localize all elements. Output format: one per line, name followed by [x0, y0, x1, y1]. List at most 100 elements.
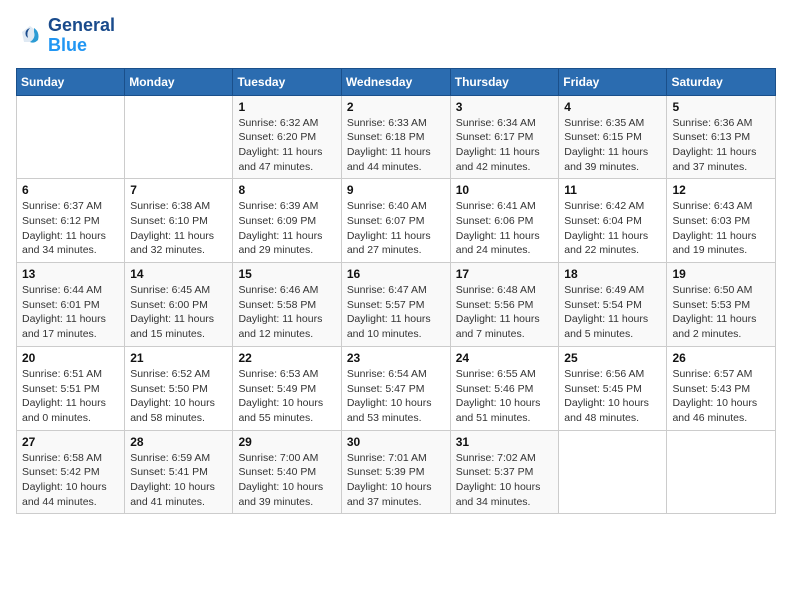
day-info: Sunrise: 6:53 AMSunset: 5:49 PMDaylight:… [238, 367, 335, 426]
column-header-saturday: Saturday [667, 68, 776, 95]
day-info: Sunrise: 6:55 AMSunset: 5:46 PMDaylight:… [456, 367, 554, 426]
day-cell: 2Sunrise: 6:33 AMSunset: 6:18 PMDaylight… [341, 95, 450, 179]
day-number: 11 [564, 183, 661, 197]
day-info: Sunrise: 6:33 AMSunset: 6:18 PMDaylight:… [347, 116, 445, 175]
day-info: Sunrise: 6:36 AMSunset: 6:13 PMDaylight:… [672, 116, 770, 175]
day-info: Sunrise: 6:39 AMSunset: 6:09 PMDaylight:… [238, 199, 335, 258]
day-info: Sunrise: 6:41 AMSunset: 6:06 PMDaylight:… [456, 199, 554, 258]
day-number: 28 [130, 435, 227, 449]
day-info: Sunrise: 6:50 AMSunset: 5:53 PMDaylight:… [672, 283, 770, 342]
day-cell: 7Sunrise: 6:38 AMSunset: 6:10 PMDaylight… [125, 179, 233, 263]
day-cell: 8 Sunrise: 6:39 AMSunset: 6:09 PMDaylight… [233, 179, 341, 263]
day-info: Sunrise: 6:34 AMSunset: 6:17 PMDaylight:… [456, 116, 554, 175]
day-info: Sunrise: 6:37 AMSunset: 6:12 PMDaylight:… [22, 199, 119, 258]
day-cell: 24 Sunrise: 6:55 AMSunset: 5:46 PMDayligh… [450, 346, 559, 430]
day-number: 26 [672, 351, 770, 365]
day-cell: 13 Sunrise: 6:44 AMSunset: 6:01 PMDayligh… [17, 263, 125, 347]
column-header-thursday: Thursday [450, 68, 559, 95]
day-number: 30 [347, 435, 445, 449]
day-cell: 10 Sunrise: 6:41 AMSunset: 6:06 PMDayligh… [450, 179, 559, 263]
day-info: Sunrise: 6:40 AMSunset: 6:07 PMDaylight:… [347, 199, 445, 258]
day-number: 14 [130, 267, 227, 281]
day-info: Sunrise: 6:54 AMSunset: 5:47 PMDaylight:… [347, 367, 445, 426]
day-cell [17, 95, 125, 179]
day-number: 21 [130, 351, 227, 365]
page-header: General Blue [16, 16, 776, 56]
day-number: 12 [672, 183, 770, 197]
day-cell [667, 430, 776, 514]
week-row-2: 6 Sunrise: 6:37 AMSunset: 6:12 PMDaylight… [17, 179, 776, 263]
day-number: 6 [22, 183, 119, 197]
day-cell: 14 Sunrise: 6:45 AMSunset: 6:00 PMDayligh… [125, 263, 233, 347]
day-cell: 31Sunrise: 7:02 AMSunset: 5:37 PMDayligh… [450, 430, 559, 514]
day-number: 29 [238, 435, 335, 449]
day-cell: 11 Sunrise: 6:42 AMSunset: 6:04 PMDayligh… [559, 179, 667, 263]
day-info: Sunrise: 7:00 AMSunset: 5:40 PMDaylight:… [238, 451, 335, 510]
day-cell: 12 Sunrise: 6:43 AMSunset: 6:03 PMDayligh… [667, 179, 776, 263]
day-cell: 3 Sunrise: 6:34 AMSunset: 6:17 PMDaylight… [450, 95, 559, 179]
day-cell: 16 Sunrise: 6:47 AMSunset: 5:57 PMDayligh… [341, 263, 450, 347]
day-cell: 6 Sunrise: 6:37 AMSunset: 6:12 PMDaylight… [17, 179, 125, 263]
day-number: 10 [456, 183, 554, 197]
day-cell: 23 Sunrise: 6:54 AMSunset: 5:47 PMDayligh… [341, 346, 450, 430]
day-info: Sunrise: 6:52 AMSunset: 5:50 PMDaylight:… [130, 367, 227, 426]
day-cell: 21 Sunrise: 6:52 AMSunset: 5:50 PMDayligh… [125, 346, 233, 430]
day-cell: 9 Sunrise: 6:40 AMSunset: 6:07 PMDaylight… [341, 179, 450, 263]
day-number: 20 [22, 351, 119, 365]
day-cell [559, 430, 667, 514]
day-info: Sunrise: 6:46 AMSunset: 5:58 PMDaylight:… [238, 283, 335, 342]
week-row-4: 20 Sunrise: 6:51 AMSunset: 5:51 PMDayligh… [17, 346, 776, 430]
day-cell: 20 Sunrise: 6:51 AMSunset: 5:51 PMDayligh… [17, 346, 125, 430]
day-number: 23 [347, 351, 445, 365]
day-number: 24 [456, 351, 554, 365]
day-cell: 29 Sunrise: 7:00 AMSunset: 5:40 PMDayligh… [233, 430, 341, 514]
day-number: 31 [456, 435, 554, 449]
day-cell: 5Sunrise: 6:36 AMSunset: 6:13 PMDaylight… [667, 95, 776, 179]
day-cell: 19 Sunrise: 6:50 AMSunset: 5:53 PMDayligh… [667, 263, 776, 347]
day-info: Sunrise: 6:45 AMSunset: 6:00 PMDaylight:… [130, 283, 227, 342]
day-info: Sunrise: 6:49 AMSunset: 5:54 PMDaylight:… [564, 283, 661, 342]
day-cell: 30 Sunrise: 7:01 AMSunset: 5:39 PMDayligh… [341, 430, 450, 514]
day-number: 15 [238, 267, 335, 281]
day-number: 27 [22, 435, 119, 449]
week-row-5: 27 Sunrise: 6:58 AMSunset: 5:42 PMDayligh… [17, 430, 776, 514]
calendar-table: SundayMondayTuesdayWednesdayThursdayFrid… [16, 68, 776, 515]
day-number: 19 [672, 267, 770, 281]
day-info: Sunrise: 6:58 AMSunset: 5:42 PMDaylight:… [22, 451, 119, 510]
day-cell: 4Sunrise: 6:35 AMSunset: 6:15 PMDaylight… [559, 95, 667, 179]
day-info: Sunrise: 6:42 AMSunset: 6:04 PMDaylight:… [564, 199, 661, 258]
week-row-1: 1Sunrise: 6:32 AMSunset: 6:20 PMDaylight… [17, 95, 776, 179]
week-row-3: 13 Sunrise: 6:44 AMSunset: 6:01 PMDayligh… [17, 263, 776, 347]
logo-line2: Blue [48, 36, 115, 56]
day-info: Sunrise: 7:01 AMSunset: 5:39 PMDaylight:… [347, 451, 445, 510]
day-cell: 28 Sunrise: 6:59 AMSunset: 5:41 PMDayligh… [125, 430, 233, 514]
day-cell: 25 Sunrise: 6:56 AMSunset: 5:45 PMDayligh… [559, 346, 667, 430]
day-cell: 27 Sunrise: 6:58 AMSunset: 5:42 PMDayligh… [17, 430, 125, 514]
day-cell: 26Sunrise: 6:57 AMSunset: 5:43 PMDayligh… [667, 346, 776, 430]
day-info: Sunrise: 6:35 AMSunset: 6:15 PMDaylight:… [564, 116, 661, 175]
day-number: 9 [347, 183, 445, 197]
day-info: Sunrise: 6:47 AMSunset: 5:57 PMDaylight:… [347, 283, 445, 342]
day-info: Sunrise: 6:59 AMSunset: 5:41 PMDaylight:… [130, 451, 227, 510]
day-info: Sunrise: 6:51 AMSunset: 5:51 PMDaylight:… [22, 367, 119, 426]
day-number: 25 [564, 351, 661, 365]
column-header-friday: Friday [559, 68, 667, 95]
day-number: 8 [238, 183, 335, 197]
day-info: Sunrise: 6:56 AMSunset: 5:45 PMDaylight:… [564, 367, 661, 426]
column-header-wednesday: Wednesday [341, 68, 450, 95]
day-number: 3 [456, 100, 554, 114]
logo: General Blue [16, 16, 115, 56]
day-cell: 15 Sunrise: 6:46 AMSunset: 5:58 PMDayligh… [233, 263, 341, 347]
day-cell: 1Sunrise: 6:32 AMSunset: 6:20 PMDaylight… [233, 95, 341, 179]
day-number: 22 [238, 351, 335, 365]
day-cell: 18 Sunrise: 6:49 AMSunset: 5:54 PMDayligh… [559, 263, 667, 347]
day-number: 18 [564, 267, 661, 281]
day-number: 16 [347, 267, 445, 281]
day-info: Sunrise: 6:32 AMSunset: 6:20 PMDaylight:… [238, 116, 335, 175]
day-number: 13 [22, 267, 119, 281]
day-number: 7 [130, 183, 227, 197]
column-header-tuesday: Tuesday [233, 68, 341, 95]
day-info: Sunrise: 6:48 AMSunset: 5:56 PMDaylight:… [456, 283, 554, 342]
day-info: Sunrise: 6:43 AMSunset: 6:03 PMDaylight:… [672, 199, 770, 258]
day-info: Sunrise: 6:44 AMSunset: 6:01 PMDaylight:… [22, 283, 119, 342]
